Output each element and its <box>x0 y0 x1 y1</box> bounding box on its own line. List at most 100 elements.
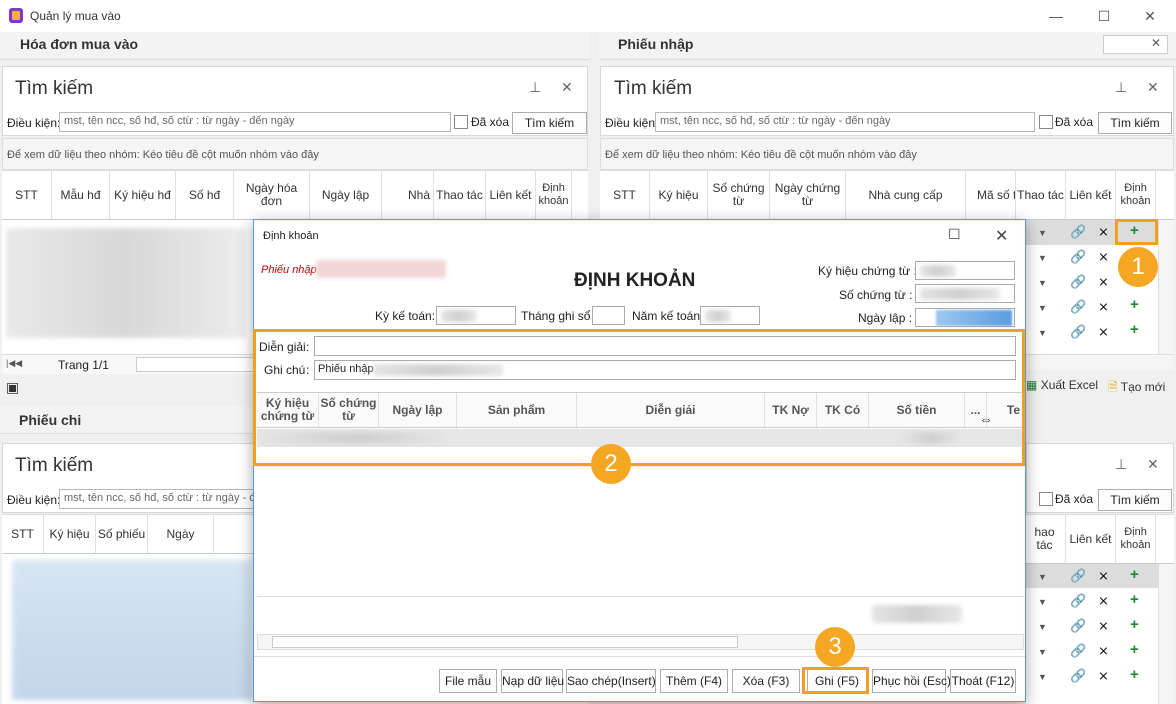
add-entry-icon[interactable]: + <box>1130 566 1139 583</box>
close-panel-icon[interactable]: ✕ <box>561 79 573 96</box>
thoat-button[interactable]: Thoát (F12) <box>950 669 1016 693</box>
deleted-checkbox[interactable] <box>1039 492 1053 506</box>
xoa-button[interactable]: Xóa (F3) <box>732 669 800 693</box>
col-dinh-khoan[interactable]: Định khoản <box>1116 515 1156 563</box>
pin-icon[interactable]: ⊥ <box>1115 456 1127 473</box>
col-dinh-khoan[interactable]: Định khoản <box>1116 171 1156 219</box>
pin-icon[interactable]: ⊥ <box>529 79 541 96</box>
dropdown-icon[interactable]: ▼ <box>1038 572 1047 582</box>
col-ky-hieu[interactable]: Ký hiệu <box>44 515 96 553</box>
unlink-icon[interactable]: ⨯ <box>1098 224 1109 240</box>
file-mau-button[interactable]: File mẫu <box>439 669 497 693</box>
search-button[interactable]: Tìm kiếm <box>1098 112 1172 134</box>
dropdown-icon[interactable]: ▼ <box>1038 303 1047 313</box>
close-panel-icon[interactable]: ✕ <box>1147 79 1159 96</box>
unlink-icon[interactable]: ⨯ <box>1098 568 1109 584</box>
add-entry-icon[interactable]: + <box>1130 616 1139 633</box>
add-entry-icon[interactable]: + <box>1130 296 1139 313</box>
condition-input[interactable]: mst, tên ncc, số hđ, số ctừ : từ ngày - … <box>655 112 1035 132</box>
unlink-icon[interactable]: ⨯ <box>1098 593 1109 609</box>
dropdown-icon[interactable]: ▼ <box>1038 597 1047 607</box>
deleted-checkbox[interactable] <box>454 115 468 129</box>
maximize-icon[interactable]: ☐ <box>1090 6 1118 26</box>
v-scrollbar[interactable] <box>1158 564 1174 704</box>
unlink-icon[interactable]: ⨯ <box>1098 299 1109 315</box>
dropdown-icon[interactable]: ▼ <box>1038 622 1047 632</box>
nam-input[interactable] <box>700 306 760 325</box>
link-icon[interactable]: 🔗 <box>1070 618 1086 634</box>
dropdown-icon[interactable]: ▼ <box>1038 228 1047 238</box>
nap-du-lieu-button[interactable]: Nạp dữ liệu <box>501 669 564 693</box>
thang-input[interactable] <box>592 306 625 325</box>
link-icon[interactable]: 🔗 <box>1070 568 1086 584</box>
dropdown-icon[interactable]: ▼ <box>1038 253 1047 263</box>
new-button[interactable]: 🗎 Tạo mới <box>1108 378 1165 399</box>
col-nha[interactable]: Nhà <box>382 171 434 219</box>
col-thao-tac[interactable]: hao tác <box>1026 515 1066 563</box>
export-excel-button[interactable]: ▦ Xuất Excel <box>1026 378 1098 392</box>
col-thao-tac[interactable]: Thao tác <box>434 171 486 219</box>
link-icon[interactable]: 🔗 <box>1070 324 1086 340</box>
pager-first-icon[interactable]: |◀◀ <box>6 358 22 369</box>
search-button[interactable]: Tìm kiếm <box>512 112 587 134</box>
search-button[interactable]: Tìm kiếm <box>1098 489 1172 511</box>
h-scrollbar[interactable] <box>136 357 256 372</box>
minimize-icon[interactable]: — <box>1042 6 1070 26</box>
close-panel-icon[interactable]: ✕ <box>1147 456 1159 473</box>
ky-hieu-input[interactable] <box>915 261 1015 280</box>
entry-h-scrollbar[interactable] <box>257 634 1024 650</box>
h-scrollbar[interactable] <box>1026 354 1174 370</box>
col-so-phieu[interactable]: Số phiếu <box>96 515 148 553</box>
link-icon[interactable]: 🔗 <box>1070 668 1086 684</box>
scrollbar-thumb[interactable] <box>272 636 738 648</box>
v-scrollbar[interactable] <box>1158 220 1174 354</box>
dropdown-icon[interactable]: ▼ <box>1038 328 1047 338</box>
section-close-icon[interactable]: ✕ <box>1103 35 1168 54</box>
col-lien-ket[interactable]: Liên kết <box>1066 171 1116 219</box>
col-ngay[interactable]: Ngày <box>148 515 214 553</box>
them-button[interactable]: Thêm (F4) <box>660 669 728 693</box>
dropdown-icon[interactable]: ▼ <box>1038 647 1047 657</box>
add-entry-icon[interactable]: + <box>1130 666 1139 683</box>
phuc-hoi-button[interactable]: Phục hồi (Esc) <box>872 669 951 693</box>
col-so-chung-tu[interactable]: Số chứng từ <box>708 171 770 219</box>
col-nha-cung-cap[interactable]: Nhà cung cấp <box>846 171 966 219</box>
dialog-close-icon[interactable]: ✕ <box>995 226 1008 246</box>
col-lien-ket[interactable]: Liên kết <box>486 171 536 219</box>
add-entry-icon[interactable]: + <box>1130 641 1139 658</box>
so-ct-input[interactable] <box>915 284 1015 303</box>
unlink-icon[interactable]: ⨯ <box>1098 668 1109 684</box>
col-ngay-lap[interactable]: Ngày lập <box>310 171 382 219</box>
group-panel[interactable]: Để xem dữ liệu theo nhóm: Kéo tiêu đề cộ… <box>2 138 588 170</box>
dropdown-icon[interactable]: ▼ <box>1038 278 1047 288</box>
col-stt[interactable]: STT <box>2 171 52 219</box>
unlink-icon[interactable]: ⨯ <box>1098 249 1109 265</box>
col-ngay-chung-tu[interactable]: Ngày chứng từ <box>770 171 846 219</box>
unlink-icon[interactable]: ⨯ <box>1098 618 1109 634</box>
col-ky-hieu[interactable]: Ký hiệu <box>650 171 708 219</box>
close-icon[interactable]: ✕ <box>1136 6 1164 26</box>
group-panel[interactable]: Để xem dữ liệu theo nhóm: Kéo tiêu đề cộ… <box>600 138 1174 170</box>
ky-ke-toan-input[interactable] <box>436 306 516 325</box>
unlink-icon[interactable]: ⨯ <box>1098 274 1109 290</box>
col-stt[interactable]: STT <box>2 515 44 553</box>
link-icon[interactable]: 🔗 <box>1070 274 1086 290</box>
unlink-icon[interactable]: ⨯ <box>1098 643 1109 659</box>
unlink-icon[interactable]: ⨯ <box>1098 324 1109 340</box>
link-icon[interactable]: 🔗 <box>1070 249 1086 265</box>
pin-icon[interactable]: ⊥ <box>1115 79 1127 96</box>
col-thao-tac[interactable]: Thao tác <box>1016 171 1066 219</box>
col-stt[interactable]: STT <box>600 171 650 219</box>
link-icon[interactable]: 🔗 <box>1070 643 1086 659</box>
ngay-lap-input[interactable] <box>915 308 1015 327</box>
sao-chep-button[interactable]: Sao chép(Insert) <box>566 669 656 693</box>
condition-input[interactable]: mst, tên ncc, số hđ, số ctừ : từ ngày - … <box>59 112 451 132</box>
expand-icon[interactable]: ▣ <box>6 379 19 396</box>
col-dinh-khoan[interactable]: Định khoản <box>536 171 572 219</box>
col-so-hd[interactable]: Số hđ <box>176 171 234 219</box>
link-icon[interactable]: 🔗 <box>1070 593 1086 609</box>
col-ky-hieu-hd[interactable]: Ký hiệu hđ <box>110 171 176 219</box>
col-lien-ket[interactable]: Liên kết <box>1066 515 1116 563</box>
link-icon[interactable]: 🔗 <box>1070 299 1086 315</box>
link-icon[interactable]: 🔗 <box>1070 224 1086 240</box>
